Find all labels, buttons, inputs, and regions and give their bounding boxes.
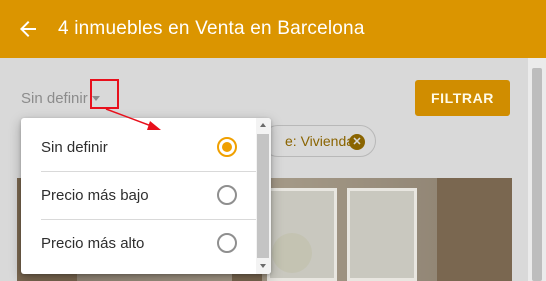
close-icon[interactable]: ✕ <box>349 134 365 150</box>
sort-select[interactable]: Sin definir <box>21 88 100 108</box>
sort-option-label: Sin definir <box>41 138 108 156</box>
window-pane <box>347 188 417 281</box>
filter-button[interactable]: FILTRAR <box>415 80 510 116</box>
scroll-up-icon[interactable] <box>260 123 266 127</box>
screen: 4 inmuebles en Venta en Barcelona Sin de… <box>0 0 546 281</box>
sort-select-value: Sin definir <box>21 89 88 107</box>
annotation-highlight-box <box>90 79 119 109</box>
sort-option-sin-definir[interactable]: Sin definir <box>21 123 255 171</box>
radio-unchecked-icon[interactable] <box>217 185 237 205</box>
sort-option-precio-bajo[interactable]: Precio más bajo <box>21 171 255 219</box>
page-scrollbar-thumb[interactable] <box>532 68 542 281</box>
plant <box>272 233 312 273</box>
curtain-right <box>437 178 512 281</box>
sort-option-label: Precio más bajo <box>41 186 149 204</box>
filter-chip: e: Vivienda ✕ <box>262 125 376 157</box>
arrow-left-icon <box>20 21 36 37</box>
radio-unchecked-icon[interactable] <box>217 233 237 253</box>
filter-chip-label: e: Vivienda <box>285 133 355 149</box>
menu-scrollbar-thumb[interactable] <box>257 134 269 258</box>
app-bar: 4 inmuebles en Venta en Barcelona <box>0 0 546 58</box>
scroll-down-icon[interactable] <box>260 264 266 268</box>
sort-dropdown-menu: Sin definir Precio más bajo Precio más a… <box>21 118 271 274</box>
sort-option-label: Precio más alto <box>41 234 145 252</box>
back-button[interactable] <box>16 17 40 41</box>
sort-option-precio-alto[interactable]: Precio más alto <box>21 219 255 267</box>
radio-checked-icon[interactable] <box>217 137 237 157</box>
page-title: 4 inmuebles en Venta en Barcelona <box>58 18 365 39</box>
